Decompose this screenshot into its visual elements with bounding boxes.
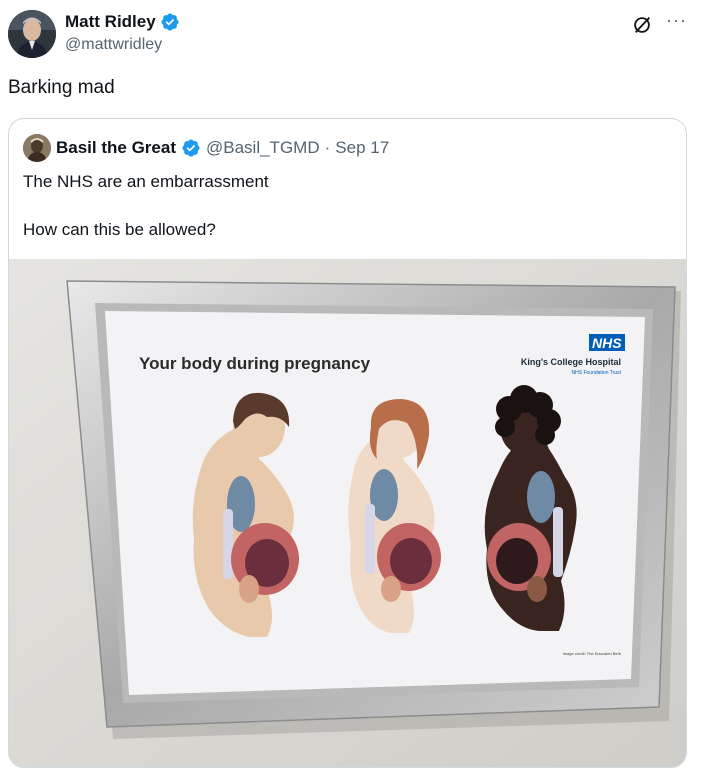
quoted-text-line-2: How can this be allowed? bbox=[23, 220, 216, 239]
quoted-separator: · bbox=[324, 138, 331, 157]
more-options-icon[interactable]: ··· bbox=[666, 10, 687, 31]
quoted-text-line-1: The NHS are an embarrassment bbox=[23, 172, 269, 191]
tweet-header: Matt Ridley @mattwridley ··· bbox=[8, 8, 695, 60]
author-handle[interactable]: @mattwridley bbox=[65, 36, 162, 54]
quoted-author-handle: @Basil_TGMD bbox=[206, 138, 320, 157]
tweet-text: Barking mad bbox=[8, 77, 115, 98]
author-name[interactable]: Matt Ridley bbox=[65, 12, 156, 32]
poster-title: Your body during pregnancy bbox=[139, 354, 371, 373]
quoted-author-avatar bbox=[23, 134, 51, 162]
poster-trust: NHS Foundation Trust bbox=[572, 370, 622, 376]
poster-hospital: King's College Hospital bbox=[521, 357, 621, 367]
quoted-date: Sep 17 bbox=[335, 138, 390, 157]
quoted-tweet-image[interactable]: Your body during pregnancy NHS King's Co… bbox=[9, 259, 686, 767]
quoted-verified-badge-icon bbox=[182, 139, 200, 157]
quoted-tweet-card[interactable]: Basil the Great @Basil_TGMD · Sep 17 The… bbox=[8, 118, 687, 768]
quoted-tweet-header: Basil the Great @Basil_TGMD · Sep 17 bbox=[23, 133, 389, 163]
poster-photo: Your body during pregnancy NHS King's Co… bbox=[9, 259, 686, 767]
quoted-author-name: Basil the Great bbox=[56, 138, 176, 157]
quoted-tweet-text: The NHS are an embarrassment How can thi… bbox=[23, 170, 269, 242]
verified-badge-icon bbox=[161, 13, 179, 31]
author-avatar[interactable] bbox=[8, 10, 56, 58]
grok-icon[interactable] bbox=[631, 14, 653, 36]
nhs-logo-text: NHS bbox=[592, 335, 622, 351]
author-name-row: Matt Ridley bbox=[65, 12, 180, 32]
poster-credit: Image credit: The Educated Birth bbox=[563, 651, 621, 656]
